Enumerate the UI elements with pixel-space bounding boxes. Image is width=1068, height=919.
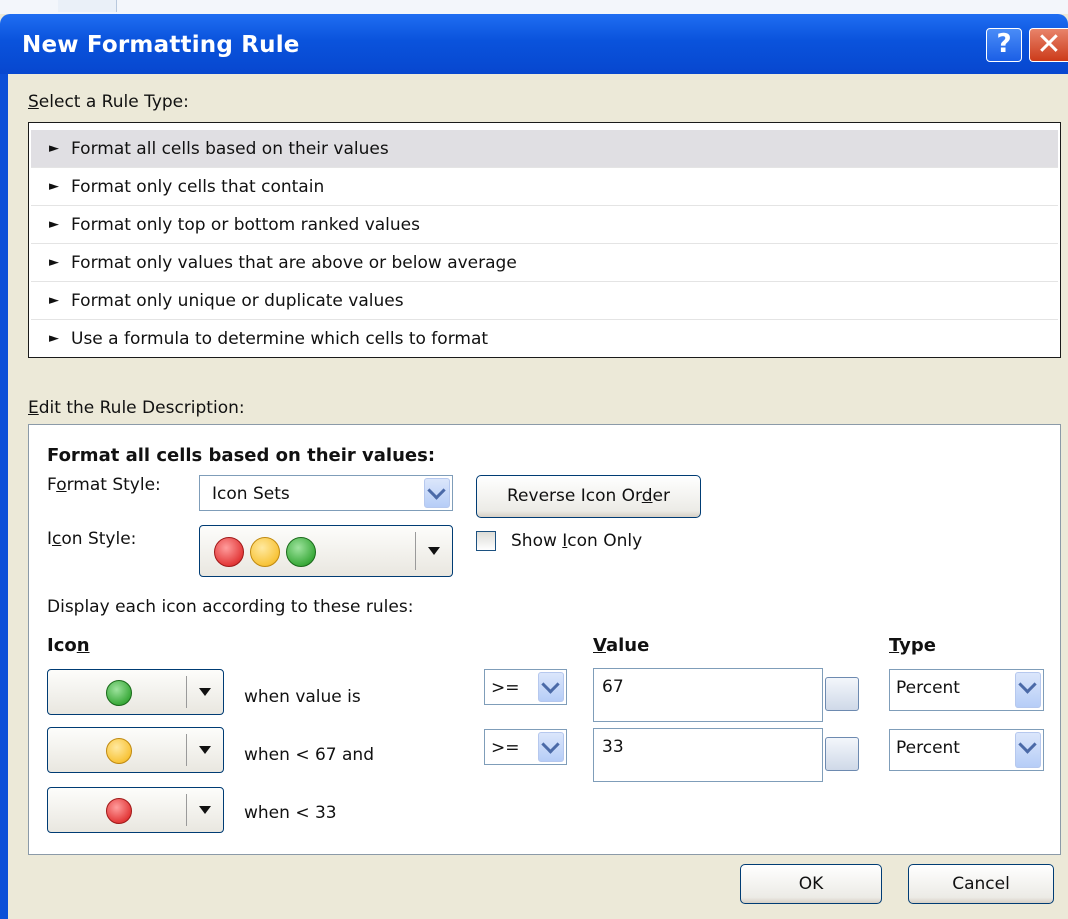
format-style-value: Icon Sets: [212, 484, 290, 504]
yellow-circle-icon: [250, 537, 280, 567]
chevron-down-icon: [424, 478, 450, 508]
background-cell-fragment: [58, 0, 117, 12]
rule-2-operator-select[interactable]: >=: [484, 729, 567, 765]
rule-2-value-text: 33: [602, 737, 624, 757]
title-bar: New Formatting Rule ? ✕: [0, 14, 1068, 74]
format-style-label: Format Style:: [47, 475, 161, 495]
rule-type-item-formula[interactable]: ► Use a formula to determine which cells …: [31, 320, 1058, 358]
green-circle-icon: [106, 680, 132, 706]
rule-2-type-value: Percent: [896, 738, 960, 758]
rule-1-operator-select[interactable]: >=: [484, 669, 567, 705]
icon-style-label: Icon Style:: [47, 529, 137, 549]
column-header-icon: Icon: [47, 635, 90, 656]
dropdown-arrow-icon: [428, 547, 440, 555]
red-circle-icon: [214, 537, 244, 567]
close-button[interactable]: ✕: [1029, 28, 1068, 62]
icon-style-select[interactable]: [199, 525, 453, 577]
triangle-right-icon: ►: [49, 331, 59, 346]
format-style-select[interactable]: Icon Sets: [199, 475, 453, 511]
rule-3-icon-select[interactable]: [47, 787, 224, 833]
triangle-right-icon: ►: [49, 255, 59, 270]
chevron-down-icon: [538, 672, 564, 702]
red-circle-icon: [106, 798, 132, 824]
rule-type-item-label: Format only cells that contain: [71, 177, 325, 197]
reverse-icon-order-button[interactable]: Reverse Icon Order: [476, 475, 701, 518]
rule-type-item-label: Format only top or bottom ranked values: [71, 215, 420, 235]
dropdown-separator: [186, 734, 187, 766]
dropdown-arrow-icon: [199, 688, 211, 696]
rule-1-value-text: 67: [602, 677, 624, 697]
chevron-down-icon: [1015, 672, 1041, 708]
dropdown-separator: [186, 794, 187, 826]
triangle-right-icon: ►: [49, 293, 59, 308]
new-formatting-rule-dialog: New Formatting Rule ? ✕ Select a Rule Ty…: [0, 0, 1068, 919]
chevron-down-icon: [1015, 732, 1041, 768]
cancel-button[interactable]: Cancel: [908, 864, 1054, 904]
yellow-circle-icon: [106, 738, 132, 764]
description-heading: Format all cells based on their values:: [47, 445, 436, 466]
rule-type-item-all-cells[interactable]: ► Format all cells based on their values: [31, 130, 1058, 168]
show-icon-only-label: Show Icon Only: [511, 531, 643, 551]
range-select-icon[interactable]: [825, 677, 859, 711]
rule-type-item-label: Format only unique or duplicate values: [71, 291, 404, 311]
rule-description-label: Edit the Rule Description:: [28, 398, 245, 418]
rule-2-icon-select[interactable]: [47, 727, 224, 773]
rule-2-type-select[interactable]: Percent: [889, 729, 1044, 771]
rule-type-item-cells-contain[interactable]: ► Format only cells that contain: [31, 168, 1058, 206]
rule-type-item-label: Format only values that are above or bel…: [71, 253, 517, 273]
help-button[interactable]: ?: [986, 28, 1022, 62]
column-header-type: Type: [889, 635, 936, 656]
column-header-value: Value: [593, 635, 650, 656]
rule-description-panel: Format all cells based on their values: …: [28, 424, 1061, 855]
window-frame-left: [0, 74, 8, 919]
rule-2-value-input[interactable]: 33: [593, 728, 823, 782]
chevron-down-icon: [538, 732, 564, 762]
rule-type-item-top-bottom[interactable]: ► Format only top or bottom ranked values: [31, 206, 1058, 244]
rule-type-item-above-below-average[interactable]: ► Format only values that are above or be…: [31, 244, 1058, 282]
triangle-right-icon: ►: [49, 179, 59, 194]
rule-2-operator-value: >=: [491, 738, 520, 758]
rule-type-item-unique-duplicate[interactable]: ► Format only unique or duplicate values: [31, 282, 1058, 320]
rule-type-label: Select a Rule Type:: [28, 92, 189, 112]
ok-button[interactable]: OK: [740, 864, 882, 904]
rule-1-icon-select[interactable]: [47, 669, 224, 715]
rule-1-type-select[interactable]: Percent: [889, 669, 1044, 711]
rule-1-type-value: Percent: [896, 678, 960, 698]
rule-1-operator-value: >=: [491, 678, 520, 698]
triangle-right-icon: ►: [49, 141, 59, 156]
show-icon-only-checkbox[interactable]: [476, 531, 496, 551]
range-select-icon[interactable]: [825, 737, 859, 771]
rule-1-condition: when value is: [244, 687, 361, 707]
dropdown-arrow-icon: [199, 746, 211, 754]
green-circle-icon: [286, 537, 316, 567]
rule-3-condition: when < 33: [244, 803, 337, 823]
background-spreadsheet-strip: [0, 0, 1068, 14]
rule-1-value-input[interactable]: 67: [593, 668, 823, 722]
triangle-right-icon: ►: [49, 217, 59, 232]
dialog-title: New Formatting Rule: [22, 32, 300, 58]
rule-type-item-label: Format all cells based on their values: [71, 139, 389, 159]
rule-type-item-label: Use a formula to determine which cells t…: [71, 329, 489, 349]
dropdown-arrow-icon: [199, 806, 211, 814]
dropdown-separator: [186, 676, 187, 708]
rule-2-condition: when < 67 and: [244, 745, 374, 765]
display-rules-label: Display each icon according to these rul…: [47, 597, 414, 617]
rule-type-list[interactable]: ► Format all cells based on their values …: [28, 122, 1061, 358]
dropdown-separator: [415, 532, 416, 570]
